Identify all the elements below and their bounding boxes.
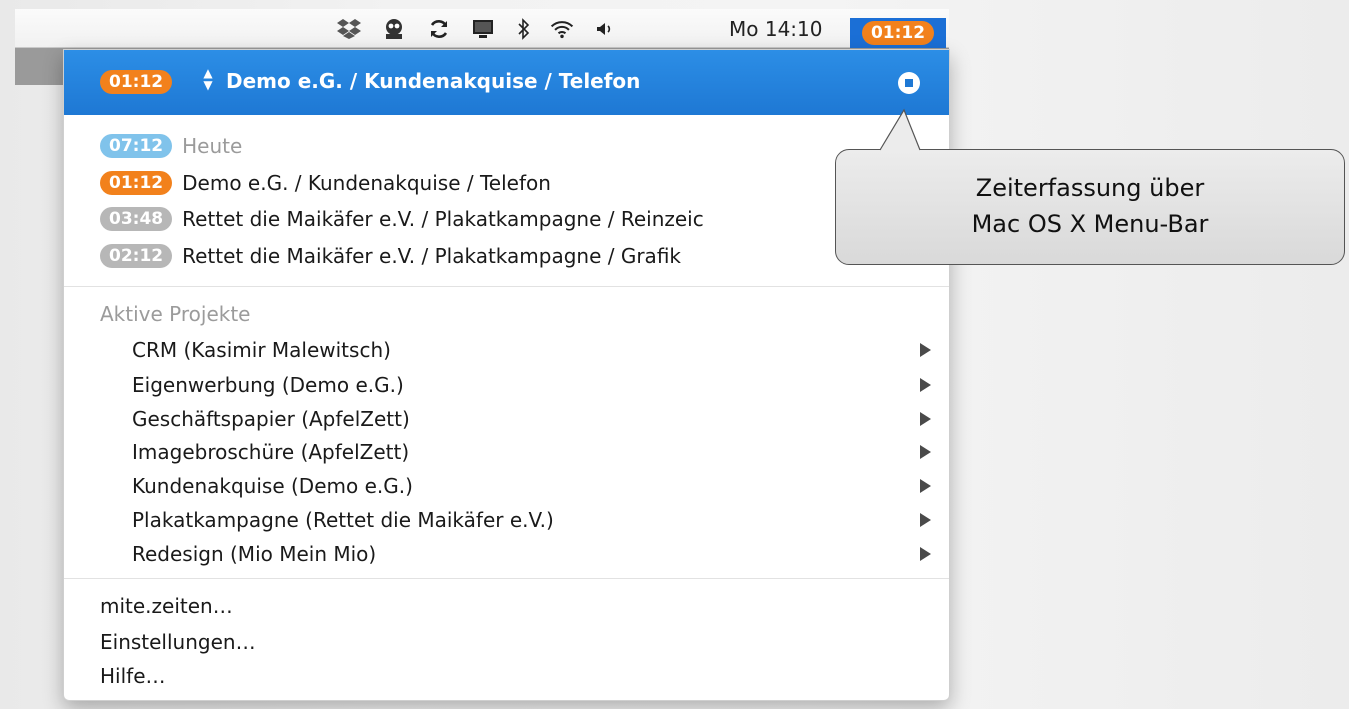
project-item[interactable]: Geschäftspapier (ApfelZett) [132,402,932,436]
projects-heading-label: Aktive Projekte [100,302,251,326]
project-item[interactable]: Kundenakquise (Demo e.G.) [132,469,932,503]
menu-bar: Mo 14:10 01:12 [15,9,949,48]
project-label: Imagebroschüre (ApfelZett) [132,440,410,464]
entry-label: Demo e.G. / Kundenakquise / Telefon [182,171,551,195]
callout-line-2: Mac OS X Menu-Bar [971,210,1209,238]
submenu-arrow-icon [920,378,931,392]
menu-separator [64,286,949,287]
callout-line-1: Zeiterfassung über [975,174,1205,202]
callout-text: Zeiterfassung über Mac OS X Menu-Bar [836,170,1344,242]
project-label: Eigenwerbung (Demo e.G.) [132,373,404,397]
up-down-arrows-icon[interactable]: ▲ ▼ [201,67,215,91]
menubar-timer-button[interactable]: 01:12 [850,18,946,48]
entry-time-badge: 02:12 [100,244,173,268]
entry-time-badge: 03:48 [100,207,173,231]
project-label: Plakatkampagne (Rettet die Maikäfer e.V.… [132,508,554,532]
stop-icon [905,79,913,87]
projects-heading: Aktive Projekte [100,298,250,330]
project-label: CRM (Kasimir Malewitsch) [132,338,391,362]
settings-menu-item[interactable]: Einstellungen… [100,630,256,654]
submenu-arrow-icon [920,445,931,459]
sync-icon[interactable] [426,16,452,42]
time-entry-row[interactable]: 02:12 Rettet die Maikäfer e.V. / Plakatk… [100,240,681,272]
time-entry-row[interactable]: 01:12 Demo e.G. / Kundenakquise / Telefo… [100,167,551,199]
help-menu-item[interactable]: Hilfe… [100,664,166,688]
running-timer-header[interactable]: 01:12 ▲ ▼ Demo e.G. / Kundenakquise / Tel… [64,50,949,115]
project-label: Redesign (Mio Mein Mio) [132,542,377,566]
timer-dropdown-menu: 01:12 ▲ ▼ Demo e.G. / Kundenakquise / Tel… [63,49,950,701]
entry-label: Rettet die Maikäfer e.V. / Plakatkampagn… [182,244,681,268]
project-label: Kundenakquise (Demo e.G.) [132,474,413,498]
running-timer-title: Demo e.G. / Kundenakquise / Telefon [226,69,641,93]
today-total-badge: 07:12 [100,134,173,158]
project-item[interactable]: Redesign (Mio Mein Mio) [132,537,932,571]
project-item[interactable]: Eigenwerbung (Demo e.G.) [132,368,932,402]
project-item[interactable]: Imagebroschüre (ApfelZett) [132,435,932,469]
stop-timer-button[interactable] [898,72,920,94]
project-item[interactable]: Plakatkampagne (Rettet die Maikäfer e.V.… [132,503,932,537]
mite-zeiten-menu-item[interactable]: mite.zeiten… [100,594,233,618]
submenu-arrow-icon [920,479,931,493]
entry-label: Rettet die Maikäfer e.V. / Plakatkampagn… [182,207,704,231]
annotation-callout: Zeiterfassung über Mac OS X Menu-Bar [835,149,1345,265]
dropbox-icon[interactable] [336,16,362,42]
time-entry-row[interactable]: 03:48 Rettet die Maikäfer e.V. / Plakatk… [100,203,704,235]
submenu-arrow-icon [920,547,931,561]
entry-time-badge: 01:12 [100,171,173,195]
today-label: Heute [182,134,243,158]
ghost-icon[interactable] [381,16,407,42]
menu-separator [64,578,949,579]
callout-pointer [879,108,921,151]
volume-icon[interactable] [592,16,618,42]
project-item[interactable]: CRM (Kasimir Malewitsch) [132,333,932,367]
menubar-clock[interactable]: Mo 14:10 [729,17,823,41]
today-summary: 07:12 Heute [100,130,242,162]
display-icon[interactable] [470,16,496,42]
submenu-arrow-icon [920,412,931,426]
wifi-icon[interactable] [549,16,575,42]
bluetooth-icon[interactable] [511,16,537,42]
submenu-arrow-icon [920,513,931,527]
project-label: Geschäftspapier (ApfelZett) [132,407,410,431]
menubar-timer-badge: 01:12 [861,21,935,45]
running-timer-badge: 01:12 [100,70,173,94]
submenu-arrow-icon [920,343,931,357]
